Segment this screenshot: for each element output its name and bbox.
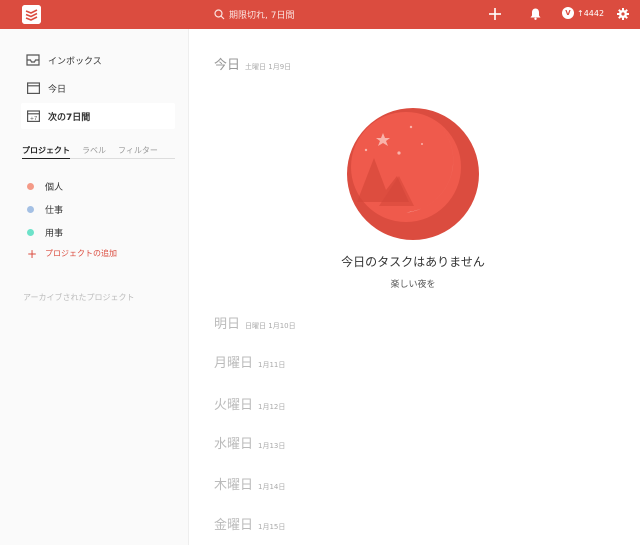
day-header-tuesday: 火曜日 1月12日 <box>214 394 285 413</box>
empty-state-subtitle: 楽しい夜を <box>390 280 436 290</box>
karma-badge-icon: V <box>562 7 574 19</box>
empty-state-title: 今日のタスクはありません <box>341 255 485 269</box>
add-task-icon[interactable] <box>487 6 503 22</box>
project-color-dot <box>27 183 34 190</box>
day-header-tomorrow: 明日 日曜日 1月10日 <box>214 313 296 332</box>
day-header-friday: 金曜日 1月15日 <box>214 514 285 533</box>
add-project-label: プロジェクトの追加 <box>45 249 117 258</box>
project-item-personal[interactable]: 個人 <box>27 180 63 193</box>
tab-projects[interactable]: プロジェクト <box>22 145 70 159</box>
day-header-wednesday: 水曜日 1月13日 <box>214 433 285 452</box>
project-label: 仕事 <box>45 206 64 216</box>
archived-projects-link[interactable]: アーカイブされたプロジェクト <box>23 292 135 303</box>
day-date: 1月15日 <box>258 523 286 531</box>
day-header-today: 今日 土曜日 1月9日 <box>214 54 291 73</box>
add-project-button[interactable]: + プロジェクトの追加 <box>27 246 117 261</box>
quick-find-search[interactable]: 期限切れ, 7日間 <box>214 6 294 23</box>
day-name: 月曜日 <box>214 356 254 371</box>
inbox-icon <box>24 54 42 66</box>
night-moon-illustration <box>339 106 487 242</box>
karma-value: ↑4442 <box>577 8 605 18</box>
project-item-errands[interactable]: 用事 <box>27 226 63 239</box>
sidebar-item-next-7-days[interactable]: +7 次の7日間 <box>21 103 175 129</box>
sidebar: インボックス 今日 +7 次の7日間 プロジェクト ラベル フィルター 個人 仕… <box>0 29 189 545</box>
karma-indicator[interactable]: V ↑4442 <box>562 7 604 19</box>
day-name: 水曜日 <box>214 437 254 452</box>
day-name: 明日 <box>214 317 241 332</box>
day-name: 今日 <box>214 58 241 73</box>
sidebar-item-label: インボックス <box>48 56 102 67</box>
day-name: 火曜日 <box>214 398 254 413</box>
day-name: 木曜日 <box>214 478 254 493</box>
todoist-logo-icon[interactable] <box>22 5 41 24</box>
day-date: 土曜日 1月9日 <box>245 63 292 71</box>
day-name: 金曜日 <box>214 518 254 533</box>
settings-gear-icon[interactable] <box>615 6 631 22</box>
project-color-dot <box>27 206 34 213</box>
project-label: 個人 <box>45 183 64 193</box>
sidebar-tabs: プロジェクト ラベル フィルター <box>22 145 175 159</box>
tab-labels[interactable]: ラベル <box>82 145 106 158</box>
top-bar: 期限切れ, 7日間 V ↑4442 <box>0 0 640 29</box>
tab-filters[interactable]: フィルター <box>118 145 158 158</box>
sidebar-item-inbox[interactable]: インボックス <box>21 47 175 73</box>
day-date: 日曜日 1月10日 <box>245 322 296 330</box>
project-label: 用事 <box>45 229 64 239</box>
search-placeholder: 期限切れ, 7日間 <box>229 11 295 21</box>
sidebar-item-label: 次の7日間 <box>48 112 91 123</box>
calendar-icon <box>24 82 42 94</box>
calendar-plus7-icon: +7 <box>24 110 42 122</box>
sidebar-item-today[interactable]: 今日 <box>21 75 175 101</box>
plus-icon: + <box>27 246 38 261</box>
search-icon <box>214 5 225 24</box>
day-date: 1月14日 <box>258 483 286 491</box>
notifications-bell-icon[interactable] <box>527 6 543 22</box>
day-date: 1月11日 <box>258 361 286 369</box>
sidebar-item-label: 今日 <box>48 84 67 95</box>
project-color-dot <box>27 229 34 236</box>
project-item-work[interactable]: 仕事 <box>27 203 63 216</box>
day-date: 1月13日 <box>258 442 286 450</box>
day-header-monday: 月曜日 1月11日 <box>214 352 285 371</box>
svg-text:+7: +7 <box>29 116 36 122</box>
day-date: 1月12日 <box>258 403 286 411</box>
day-header-thursday: 木曜日 1月14日 <box>214 474 285 493</box>
